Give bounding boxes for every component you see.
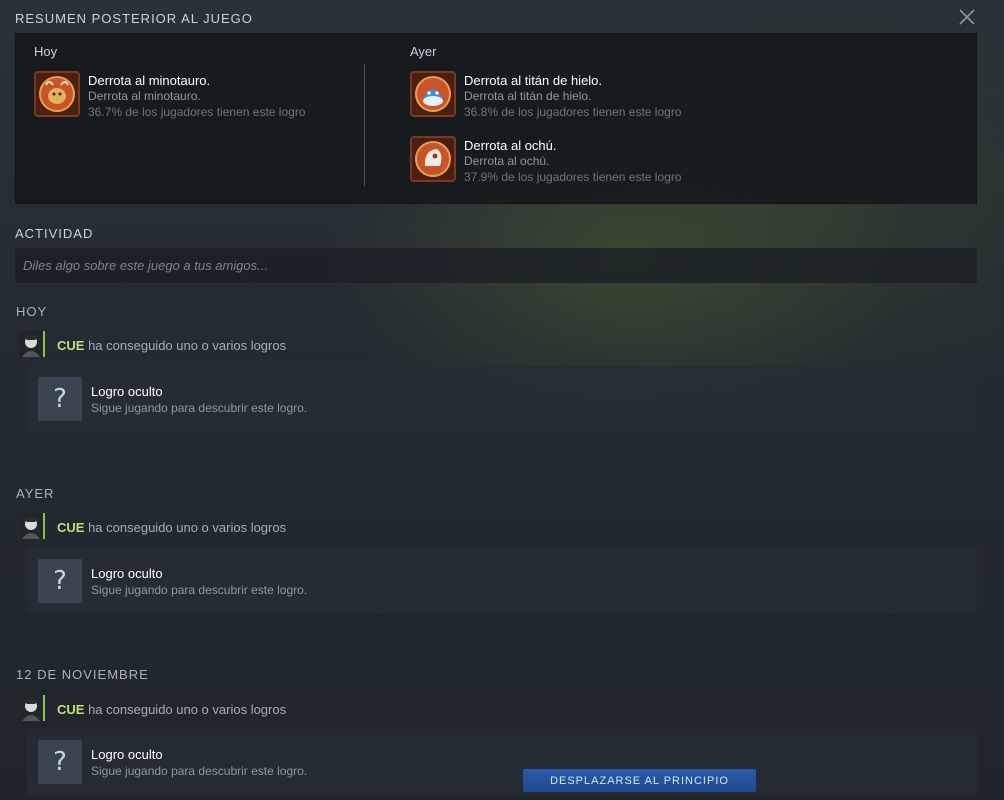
activity-text: CUE ha conseguido uno o varios logros bbox=[57, 520, 286, 535]
achievement-name: Derrota al minotauro. bbox=[88, 73, 211, 88]
close-button[interactable] bbox=[956, 6, 978, 28]
activity-entry: CUE ha conseguido uno o varios logros bbox=[19, 331, 619, 359]
activity-text: CUE ha conseguido uno o varios logros bbox=[57, 702, 286, 717]
user-avatar-icon bbox=[19, 513, 43, 539]
activity-day-label: 12 DE NOVIEMBRE bbox=[16, 667, 149, 682]
achievement-percent: 36.8% de los jugadores tienen este logro bbox=[464, 105, 682, 119]
activity-title: ACTIVIDAD bbox=[15, 226, 94, 241]
hidden-achievement-title: Logro oculto bbox=[91, 384, 163, 399]
minotaur-badge-icon bbox=[34, 71, 80, 117]
activity-entry: CUE ha conseguido uno o varios logros bbox=[19, 513, 619, 541]
hidden-achievement-title: Logro oculto bbox=[91, 566, 163, 581]
post-game-summary: Hoy Ayer Derrota al minotauro. Derrota a… bbox=[15, 33, 977, 204]
avatar[interactable] bbox=[19, 331, 45, 357]
activity-entry: CUE ha conseguido uno o varios logros bbox=[19, 695, 619, 723]
activity-username[interactable]: CUE bbox=[57, 338, 84, 353]
question-mark-icon: ? bbox=[38, 559, 82, 603]
activity-post-input[interactable] bbox=[15, 248, 977, 283]
achievement-item[interactable]: Derrota al ochú. Derrota al ochú. 37.9% … bbox=[410, 136, 730, 186]
activity-verb: ha conseguido uno o varios logros bbox=[88, 702, 287, 717]
hidden-achievement-card: ? Logro oculto Sigue jugando para descub… bbox=[27, 729, 977, 795]
hidden-achievement-title: Logro oculto bbox=[91, 747, 163, 762]
avatar[interactable] bbox=[19, 513, 45, 539]
today-column-label: Hoy bbox=[34, 44, 58, 59]
activity-verb: ha conseguido uno o varios logros bbox=[88, 520, 287, 535]
activity-text: CUE ha conseguido uno o varios logros bbox=[57, 338, 286, 353]
hidden-achievement-card: ? Logro oculto Sigue jugando para descub… bbox=[27, 366, 977, 432]
hidden-achievement-card: ? Logro oculto Sigue jugando para descub… bbox=[27, 548, 977, 614]
question-mark-icon: ? bbox=[38, 740, 82, 784]
summary-title: RESUMEN POSTERIOR AL JUEGO bbox=[15, 11, 253, 26]
activity-verb: ha conseguido uno o varios logros bbox=[88, 338, 287, 353]
user-avatar-icon bbox=[19, 695, 43, 721]
hidden-achievement-desc: Sigue jugando para descubrir este logro. bbox=[91, 401, 308, 415]
activity-username[interactable]: CUE bbox=[57, 520, 84, 535]
achievement-desc: Derrota al ochú. bbox=[464, 154, 550, 168]
scroll-to-top-button[interactable]: DESPLAZARSE AL PRINCIPIO bbox=[523, 769, 756, 792]
achievement-name: Derrota al ochú. bbox=[464, 138, 557, 153]
achievement-item[interactable]: Derrota al minotauro. Derrota al minotau… bbox=[34, 71, 354, 121]
activity-day-label: AYER bbox=[16, 486, 55, 501]
achievement-name: Derrota al titán de hielo. bbox=[464, 73, 603, 88]
question-mark-icon: ? bbox=[38, 377, 82, 421]
achievement-item[interactable]: Derrota al titán de hielo. Derrota al ti… bbox=[410, 71, 730, 121]
close-icon bbox=[959, 9, 975, 25]
achievement-percent: 36.7% de los jugadores tienen este logro bbox=[88, 105, 306, 119]
ochu-badge-icon bbox=[410, 136, 456, 182]
hidden-achievement-desc: Sigue jugando para descubrir este logro. bbox=[91, 583, 308, 597]
hidden-achievement-desc: Sigue jugando para descubrir este logro. bbox=[91, 764, 308, 778]
activity-day-label: HOY bbox=[16, 304, 48, 319]
column-divider bbox=[364, 64, 365, 186]
yesterday-column-label: Ayer bbox=[410, 44, 437, 59]
avatar[interactable] bbox=[19, 695, 45, 721]
achievement-desc: Derrota al titán de hielo. bbox=[464, 89, 592, 103]
achievement-desc: Derrota al minotauro. bbox=[88, 89, 201, 103]
activity-username[interactable]: CUE bbox=[57, 702, 84, 717]
achievement-percent: 37.9% de los jugadores tienen este logro bbox=[464, 170, 682, 184]
ice-titan-badge-icon bbox=[410, 71, 456, 117]
user-avatar-icon bbox=[19, 331, 43, 357]
